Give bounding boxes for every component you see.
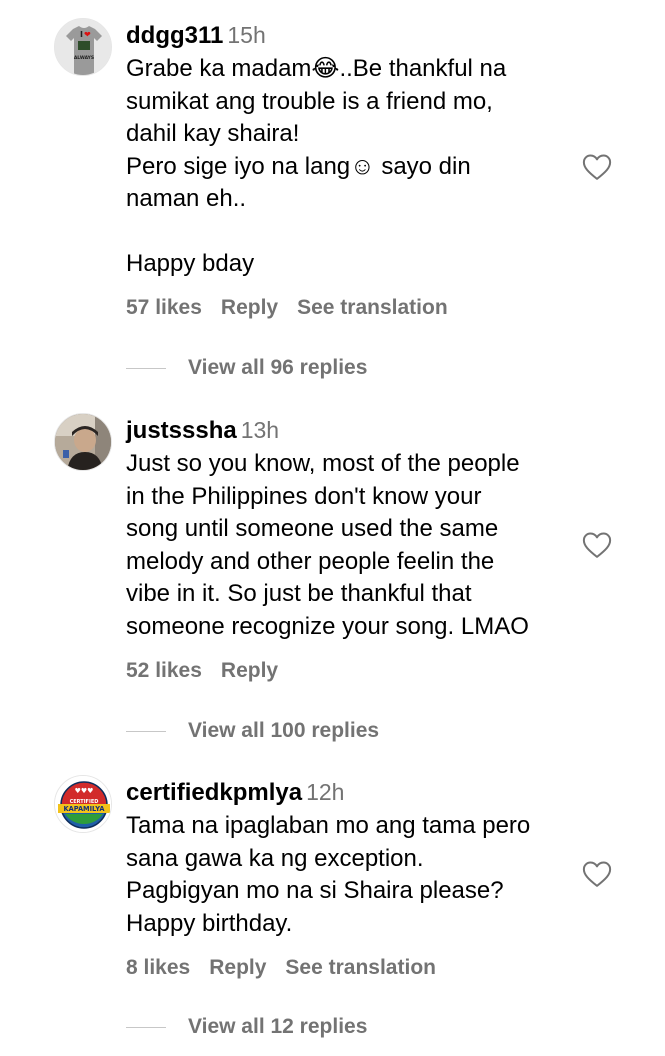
- comment-text-line: Happy bday: [126, 250, 255, 277]
- comment-text-line: Just so you know, most of the people: [126, 450, 520, 477]
- reply-button[interactable]: Reply: [209, 956, 266, 979]
- timestamp[interactable]: 15h: [227, 22, 265, 48]
- timestamp[interactable]: 12h: [306, 779, 344, 805]
- likes-count[interactable]: 57 likes: [126, 296, 202, 319]
- comment-text-line: Grabe ka madam😂..Be thankful na: [126, 55, 507, 82]
- comment-text-line: melody and other people feelin the: [126, 547, 495, 575]
- see-translation-button[interactable]: See translation: [285, 956, 436, 979]
- comment-text: Just so you know, most of the people in …: [126, 448, 576, 643]
- comment-header: justsssha 13h: [126, 413, 279, 447]
- avatar[interactable]: [54, 413, 112, 471]
- comment-text-line: Tama na ipaglaban mo ang tama pero: [126, 812, 531, 839]
- comment-text-line: in the Philippines don't know your: [126, 482, 482, 510]
- heart-outline-icon: [582, 154, 612, 180]
- username[interactable]: justsssha: [126, 417, 237, 444]
- comment-actions: 52 likes Reply: [126, 656, 297, 686]
- comment-text-line: Happy birthday.: [126, 909, 293, 937]
- svg-text:♥♥♥: ♥♥♥: [75, 787, 94, 795]
- comment-actions: 57 likes Reply See translation: [126, 293, 467, 323]
- comment-text-line: Pero sige iyo na lang☺ sayo din: [126, 152, 471, 180]
- comment-actions: 8 likes Reply See translation: [126, 953, 455, 983]
- comment-text-line: [126, 216, 576, 249]
- likes-count[interactable]: 8 likes: [126, 956, 190, 979]
- comment-text-line: someone recognize your song. LMAO: [126, 612, 529, 640]
- comment-text-line: naman eh..: [126, 185, 247, 212]
- heart-outline-icon: [582, 861, 612, 887]
- like-button[interactable]: [582, 531, 612, 559]
- divider: [126, 731, 166, 732]
- tshirt-avatar-icon: I ❤ ALWAYS: [55, 19, 111, 75]
- comment-text-line: sumikat ang trouble is a friend mo,: [126, 87, 493, 115]
- like-button[interactable]: [582, 860, 612, 888]
- kapamilya-logo-avatar-icon: ♥♥♥ CERTIFIED KAPAMILYA: [55, 776, 111, 832]
- avatar[interactable]: ♥♥♥ CERTIFIED KAPAMILYA: [54, 775, 112, 833]
- reply-button[interactable]: Reply: [221, 659, 278, 682]
- username[interactable]: ddgg311: [126, 22, 223, 49]
- comment-text: Tama na ipaglaban mo ang tama pero sana …: [126, 810, 576, 940]
- comment-text-line: vibe in it. So just be thankful that: [126, 580, 472, 607]
- comment-text-line: sana gawa ka ng exception.: [126, 844, 424, 872]
- divider: [126, 368, 166, 369]
- comment-text: Grabe ka madam😂..Be thankful na sumikat …: [126, 53, 576, 281]
- comment-header: certifiedkpmlya 12h: [126, 775, 344, 809]
- photo-avatar-icon: [55, 414, 111, 470]
- divider: [126, 1027, 166, 1028]
- comment-text-line: dahil kay shaira!: [126, 120, 300, 147]
- svg-text:❤: ❤: [84, 30, 91, 39]
- avatar[interactable]: I ❤ ALWAYS: [54, 18, 112, 76]
- heart-outline-icon: [582, 532, 612, 558]
- svg-text:ALWAYS: ALWAYS: [74, 55, 94, 61]
- username[interactable]: certifiedkpmlya: [126, 779, 302, 806]
- comment-header: ddgg311 15h: [126, 18, 266, 52]
- view-replies-label[interactable]: View all 12 replies: [188, 1012, 367, 1042]
- avatar-logo-text: KAPAMILYA: [64, 805, 106, 813]
- svg-text:I: I: [80, 30, 83, 39]
- likes-count[interactable]: 52 likes: [126, 659, 202, 682]
- timestamp[interactable]: 13h: [241, 417, 279, 443]
- see-translation-button[interactable]: See translation: [297, 296, 448, 319]
- view-replies-label[interactable]: View all 100 replies: [188, 716, 379, 746]
- view-replies-label[interactable]: View all 96 replies: [188, 353, 367, 383]
- comment-text-line: song until someone used the same: [126, 515, 499, 542]
- like-button[interactable]: [582, 153, 612, 181]
- comment-text-line: Pagbigyan mo na si Shaira please?: [126, 877, 504, 904]
- reply-button[interactable]: Reply: [221, 296, 278, 319]
